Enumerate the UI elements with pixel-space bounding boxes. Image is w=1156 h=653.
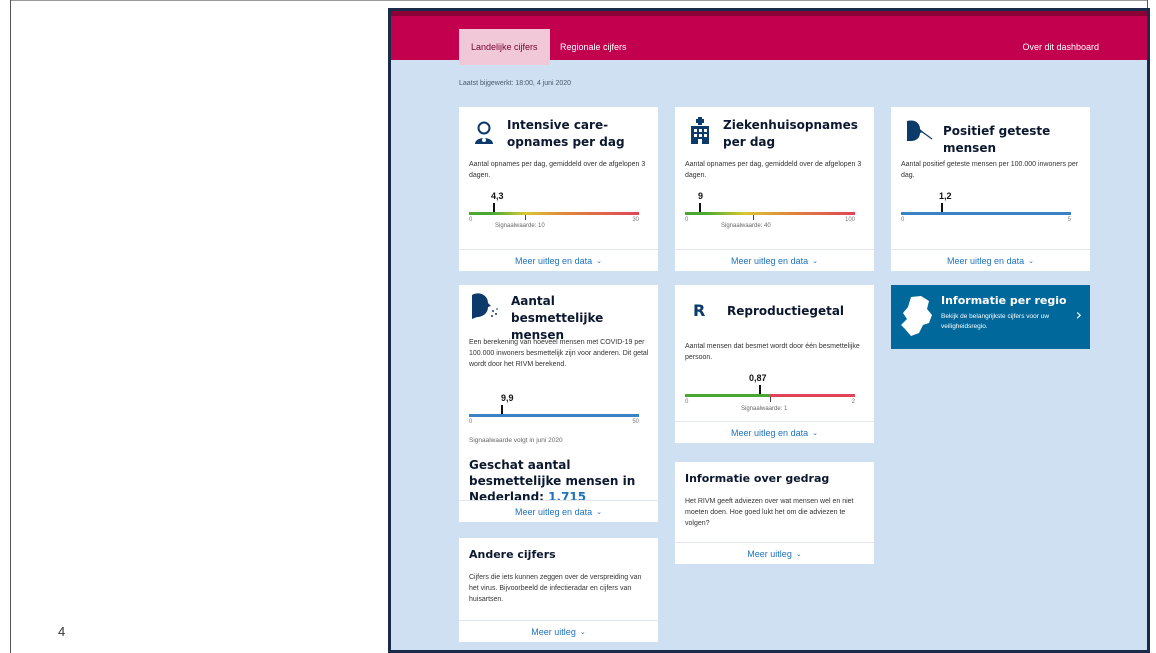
gauge-min: 0 — [469, 419, 473, 425]
more-info-link[interactable]: Meer uitleg en data ⌄ — [675, 249, 874, 271]
signal-tick — [770, 397, 771, 402]
card-description: Aantal opnames per dag, gemiddeld over d… — [469, 161, 646, 179]
gauge-min: 0 — [901, 217, 905, 223]
region-info-banner[interactable]: Informatie per regio Bekijk de belangrij… — [891, 285, 1090, 349]
gauge-bar — [685, 212, 855, 215]
estimated-infectious-count: Geschat aantal besmettelijke mensen in N… — [469, 457, 651, 505]
card-infectious-people: Aantal besmettelijke mensen Een berekeni… — [459, 285, 658, 522]
netherlands-map-icon — [899, 295, 933, 341]
more-info-label: Meer uitleg — [747, 548, 792, 559]
chevron-down-icon: ⌄ — [812, 257, 818, 265]
positive-gauge: 1,2 0 5 — [901, 191, 1071, 231]
reproduction-gauge: 0,87 0 2 Signaalwaarde: 1 — [685, 373, 855, 415]
slide-border-top — [10, 0, 1148, 1]
more-info-link[interactable]: Meer uitleg ⌄ — [459, 620, 658, 642]
gauge-bar — [469, 414, 639, 417]
chevron-down-icon: ⌄ — [1028, 257, 1034, 265]
more-info-label: Meer uitleg en data — [515, 255, 593, 266]
hospital-icon — [689, 117, 711, 144]
more-info-label: Meer uitleg en data — [731, 427, 809, 438]
last-updated-text: Laatst bijgewerkt: 18:00, 4 juni 2020 — [459, 80, 572, 87]
card-title: Reproductiegetal — [727, 304, 845, 318]
signal-tick — [525, 215, 526, 220]
card-description: Het RIVM geeft adviezen over wat mensen … — [685, 498, 854, 527]
top-navigation-bar: Landelijke cijfers Regionale cijfers Ove… — [391, 11, 1147, 65]
slide-border-left — [10, 0, 11, 653]
chevron-down-icon: ⌄ — [795, 550, 802, 558]
chevron-down-icon: ⌄ — [812, 429, 818, 437]
gauge-min: 0 — [685, 217, 689, 223]
ic-gauge: 4,3 0 30 Signaalwaarde: 10 — [469, 191, 639, 231]
doctor-icon — [473, 121, 495, 145]
signal-value-label: Signaalwaarde: 40 — [721, 223, 771, 229]
infectious-gauge: 9,9 0 50 — [469, 393, 639, 425]
chevron-down-icon: ⌄ — [579, 628, 586, 636]
gauge-max: 30 — [632, 217, 639, 223]
signal-value-note: Signaalwaarde volgt in juni 2020 — [469, 437, 563, 444]
more-info-label: Meer uitleg en data — [515, 506, 593, 517]
card-title: Ziekenhuisopnames per dag — [723, 118, 858, 149]
card-title: Andere cijfers — [469, 548, 556, 561]
more-info-label: Meer uitleg — [531, 626, 576, 637]
region-info-title: Informatie per regio — [941, 294, 1067, 307]
gauge-value: 9,9 — [501, 393, 514, 403]
card-description: Aantal mensen dat besmet wordt door één … — [685, 343, 860, 361]
card-ic-admissions: Intensive care-opnames per dag Aantal op… — [459, 107, 658, 271]
gauge-min: 0 — [685, 399, 689, 405]
slide-number: 4 — [58, 624, 66, 639]
gauge-max: 100 — [844, 217, 855, 223]
card-title: Informatie over gedrag — [685, 472, 830, 485]
card-description: Aantal positief geteste mensen per 100.0… — [901, 161, 1079, 179]
card-reproduction-number: R Reproductiegetal Aantal mensen dat bes… — [675, 285, 874, 443]
tab-regional-figures[interactable]: Regionale cijfers — [548, 29, 639, 65]
more-info-link[interactable]: Meer uitleg ⌄ — [675, 542, 874, 564]
gauge-value: 1,2 — [939, 191, 952, 201]
gauge-min: 0 — [469, 217, 473, 223]
signal-value-label: Signaalwaarde: 1 — [741, 406, 788, 412]
more-info-link[interactable]: Meer uitleg en data ⌄ — [459, 500, 658, 522]
card-positive-tests: Positief geteste mensen Aantal positief … — [891, 107, 1090, 271]
coughing-person-icon — [469, 291, 498, 319]
chevron-right-icon: › — [1075, 305, 1082, 324]
r-letter-icon: R — [693, 301, 706, 320]
card-title: Positief geteste mensen — [943, 124, 1051, 155]
signal-tick — [753, 215, 754, 220]
dashboard-screenshot: Landelijke cijfers Regionale cijfers Ove… — [388, 8, 1150, 653]
more-info-link[interactable]: Meer uitleg en data ⌄ — [891, 249, 1090, 271]
nose-swab-icon — [903, 119, 933, 143]
gauge-value: 0,87 — [749, 373, 767, 383]
tab-national-figures[interactable]: Landelijke cijfers — [459, 29, 550, 65]
card-title: Intensive care-opnames per dag — [507, 118, 625, 149]
chevron-down-icon: ⌄ — [596, 508, 602, 516]
card-other-figures: Andere cijfers Cijfers die iets kunnen z… — [459, 538, 658, 642]
card-description: Aantal opnames per dag, gemiddeld over d… — [685, 161, 862, 179]
gauge-value: 9 — [698, 191, 704, 201]
card-behaviour-info: Informatie over gedrag Het RIVM geeft ad… — [675, 462, 874, 564]
hospital-gauge: 9 0 100 Signaalwaarde: 40 — [685, 191, 855, 231]
signal-value-label: Signaalwaarde: 10 — [495, 223, 545, 229]
card-hospital-admissions: Ziekenhuisopnames per dag Aantal opnames… — [675, 107, 874, 271]
gauge-value: 4,3 — [491, 191, 504, 201]
gauge-max: 50 — [632, 419, 639, 425]
gauge-bar — [901, 212, 1071, 215]
chevron-down-icon: ⌄ — [596, 257, 602, 265]
gauge-max: 5 — [1067, 217, 1071, 223]
card-description: Cijfers die iets kunnen zeggen over de v… — [469, 574, 642, 603]
gauge-max: 2 — [851, 399, 855, 405]
more-info-label: Meer uitleg en data — [731, 255, 809, 266]
more-info-label: Meer uitleg en data — [947, 255, 1025, 266]
region-info-description: Bekijk de belangrijkste cijfers voor uw … — [941, 313, 1050, 330]
more-info-link[interactable]: Meer uitleg en data ⌄ — [675, 421, 874, 443]
about-dashboard-link[interactable]: Over dit dashboard — [1022, 29, 1099, 65]
more-info-link[interactable]: Meer uitleg en data ⌄ — [459, 249, 658, 271]
gauge-bar — [469, 212, 639, 215]
card-description: Een berekening van hoeveel mensen met CO… — [469, 339, 649, 368]
